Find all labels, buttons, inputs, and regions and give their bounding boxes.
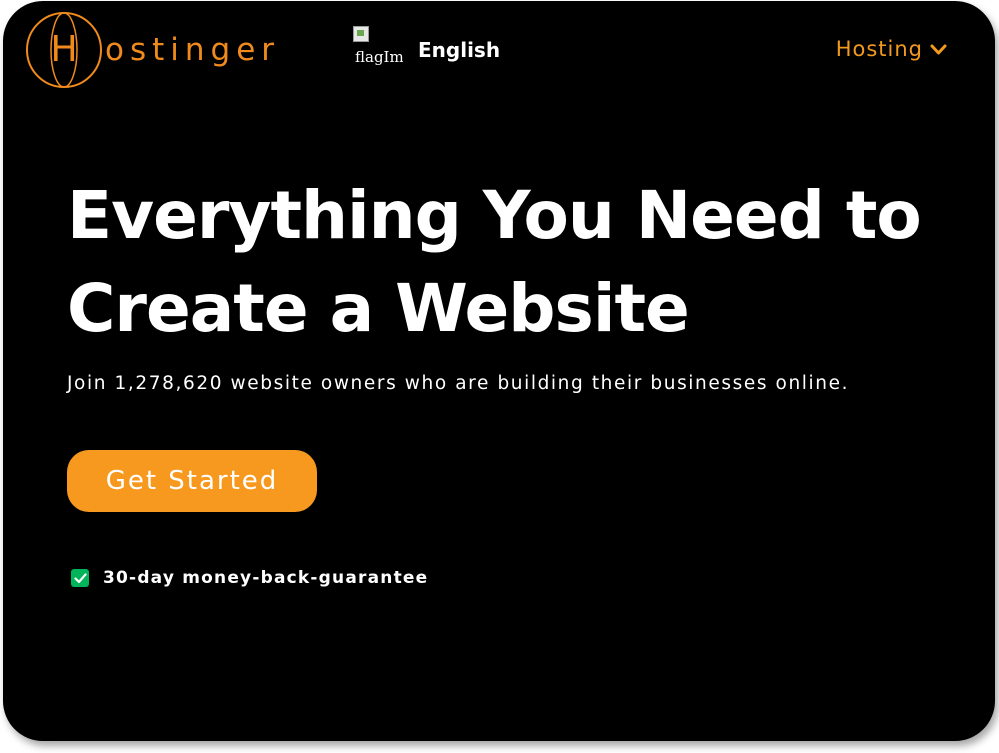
hero-headline-line1: Everything You Need to [67,177,922,254]
logo-text: ostinger [105,32,281,68]
get-started-button[interactable]: Get Started [67,450,317,512]
flag-alt-text: flagImg [355,48,403,66]
guarantee-text: 30-day money-back-guarantee [103,568,429,588]
check-icon [71,569,89,587]
broken-image-icon [353,26,369,42]
page-frame: H ostinger flagImg English Hosting Every… [3,1,995,741]
language-selector[interactable]: English [418,38,500,62]
flag-image[interactable]: flagImg [353,26,403,68]
nav-hosting-menu[interactable]: Hosting [836,37,947,61]
logo-mark: H [25,11,103,89]
guarantee-note: 30-day money-back-guarantee [71,568,428,588]
logo[interactable]: H ostinger [25,11,280,89]
logo-letter: H [50,29,78,70]
chevron-down-icon [930,44,947,55]
hero-headline-line2: Create a Website [67,270,690,347]
nav-hosting-label: Hosting [835,37,923,61]
hero-subtitle: Join 1,278,620 website owners who are bu… [67,373,850,394]
hero-headline: Everything You Need to Create a Website [67,169,995,355]
